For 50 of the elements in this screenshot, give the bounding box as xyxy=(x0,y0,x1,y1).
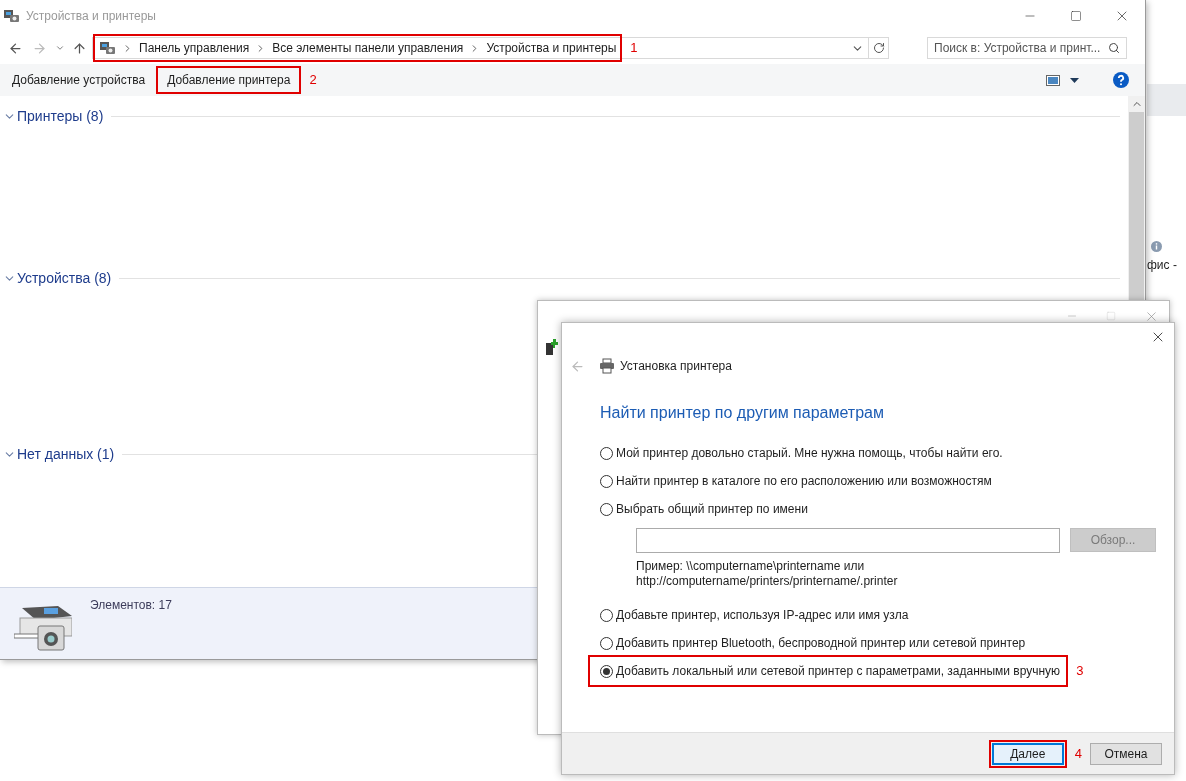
group-header[interactable]: Принтеры (8) xyxy=(17,106,104,127)
info-icon xyxy=(1151,241,1162,252)
radio-button[interactable] xyxy=(600,446,613,460)
example-text: http://computername/printers/printername/.printer xyxy=(636,574,899,589)
group-header[interactable]: Нет данных (1) xyxy=(17,444,115,465)
search-field[interactable]: Поиск в: Устройства и принт... xyxy=(927,37,1127,59)
breadcrumb[interactable]: Все элементы панели управления xyxy=(272,39,464,57)
help-icon[interactable] xyxy=(1113,72,1129,88)
radio-button[interactable] xyxy=(600,636,613,650)
caret-icon[interactable] xyxy=(1070,77,1079,83)
radio-label[interactable]: Найти принтер в каталоге по его расположению или возможностям xyxy=(616,472,992,490)
radio-button[interactable] xyxy=(600,474,613,488)
back-icon[interactable] xyxy=(7,40,23,56)
address-bar[interactable]: Панель управления Все элементы панели управления Устройства и принтеры 1 xyxy=(92,37,889,59)
command-button[interactable]: Добавление устройства xyxy=(3,66,155,94)
callout-number: 3 xyxy=(1076,662,1084,681)
radio-button[interactable] xyxy=(600,664,613,678)
radio-label[interactable]: Выбрать общий принтер по имени xyxy=(616,500,808,518)
breadcrumb[interactable]: Панель управления xyxy=(139,39,250,57)
breadcrumb[interactable]: Устройства и принтеры xyxy=(486,39,617,57)
radio-label[interactable]: Добавить принтер Bluetooth, беспроводной принтер или сетевой принтер xyxy=(616,634,1026,652)
history-icon[interactable] xyxy=(55,43,65,53)
group-header[interactable]: Устройства (8) xyxy=(17,268,112,289)
devices-icon xyxy=(100,41,116,55)
refresh-icon[interactable] xyxy=(872,42,885,54)
view-icon[interactable] xyxy=(1046,74,1060,86)
header-band xyxy=(1147,84,1186,116)
dialog-button[interactable]: Далее xyxy=(991,742,1064,765)
up-icon[interactable] xyxy=(71,40,87,56)
devices-icon xyxy=(4,9,20,23)
dialog-button[interactable]: Отмена xyxy=(1090,742,1162,765)
maximize-icon[interactable] xyxy=(1070,10,1082,22)
printer-name-field[interactable] xyxy=(636,527,1060,553)
search-icon xyxy=(1108,42,1120,54)
radio-label[interactable]: Мой принтер довольно старый. Мне нужна помощь, чтобы найти его. xyxy=(616,444,1003,462)
radio-label[interactable]: Добавьте принтер, используя IP-адрес или имя узла xyxy=(616,606,909,624)
background-text: фис - xyxy=(1147,257,1177,274)
radio-button[interactable] xyxy=(600,608,613,622)
wizard-heading: Найти принтер по другим параметрам xyxy=(600,403,885,423)
printer-icon xyxy=(599,358,615,374)
window-title: Устройства и принтеры xyxy=(26,8,156,25)
item-count: Элементов: 17 xyxy=(90,597,172,614)
callout-number: 1 xyxy=(630,39,638,58)
callout-number: 4 xyxy=(1074,744,1082,763)
radio-button[interactable] xyxy=(600,502,613,516)
printer-add-icon xyxy=(546,339,558,355)
callout-number: 2 xyxy=(309,71,317,90)
example-text: Пример: \\computername\printername или xyxy=(636,559,866,574)
command-button[interactable]: Добавление принтера xyxy=(156,66,302,94)
wizard-title: Установка принтера xyxy=(620,358,732,375)
